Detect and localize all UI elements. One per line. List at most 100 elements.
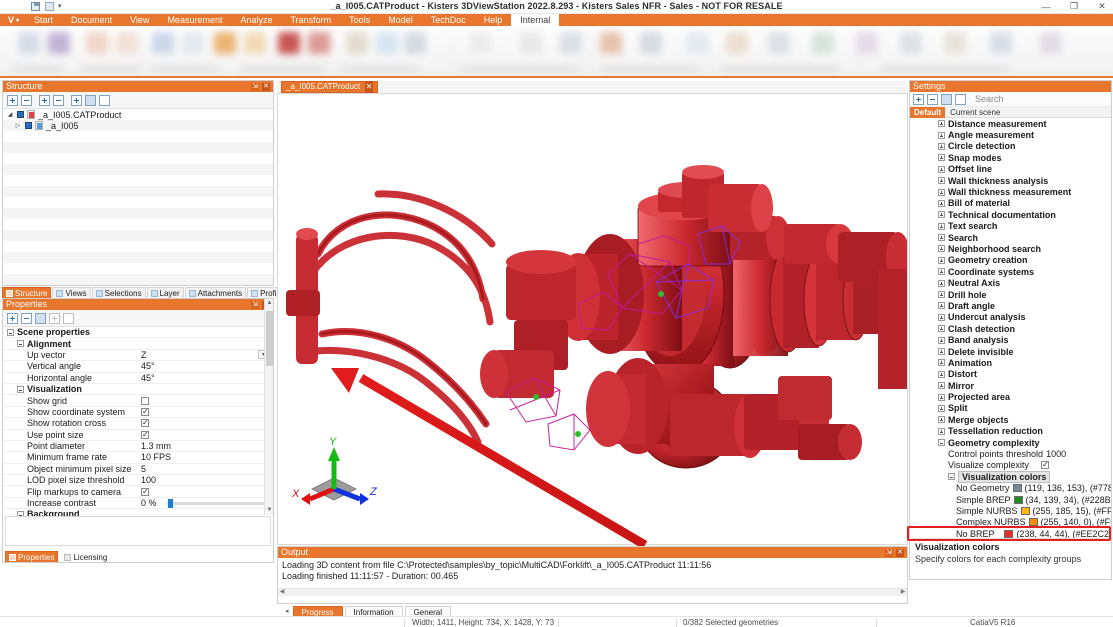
pin-icon[interactable]: ⇲ [251, 82, 259, 91]
collapse-icon[interactable] [17, 340, 24, 348]
show-in-tree-icon[interactable] [85, 94, 96, 106]
settings-row[interactable]: Circle detection [910, 141, 1111, 152]
window-controls[interactable]: — ❐ ✕ [1037, 0, 1111, 13]
ribbon-tab-techdoc[interactable]: TechDoc [422, 14, 475, 26]
collapse-icon[interactable] [938, 439, 945, 447]
tab-layer[interactable]: Layer [146, 287, 184, 298]
scroll-down-icon[interactable]: ▼ [266, 506, 273, 515]
settings-row[interactable]: Technical documentation [910, 209, 1111, 220]
property-row[interactable]: Flip markups to camera [3, 486, 273, 498]
expand-icon[interactable] [938, 234, 945, 242]
expand-icon[interactable] [938, 211, 945, 219]
expand-icon[interactable] [938, 393, 945, 401]
output-log[interactable]: Loading 3D content from file C:\Protecte… [278, 558, 907, 588]
settings-row-value[interactable] [1041, 461, 1111, 470]
slider-track[interactable] [167, 498, 265, 508]
tab-default[interactable]: Default [910, 106, 946, 118]
3d-viewport[interactable]: X Y Z [277, 94, 908, 545]
checkbox[interactable] [1041, 461, 1049, 470]
color-swatch[interactable] [1004, 529, 1014, 538]
ribbon-tab-view[interactable]: View [121, 14, 158, 26]
settings-row-value[interactable]: (255, 185, 15), (#FFB90 [1020, 506, 1111, 516]
visibility-checkbox[interactable] [25, 122, 32, 129]
structure-toolbar[interactable] [3, 92, 273, 109]
settings-row[interactable]: Draft angle [910, 300, 1111, 311]
search-input[interactable]: Search [975, 94, 1004, 104]
property-row[interactable]: Show coordinate system [3, 407, 273, 419]
settings-row[interactable]: Undercut analysis [910, 312, 1111, 323]
settings-row[interactable]: Clash detection [910, 323, 1111, 334]
expand-icon[interactable] [938, 222, 945, 230]
visibility-checkbox[interactable] [17, 111, 24, 118]
maximize-button[interactable]: ❐ [1065, 0, 1083, 13]
settings-row[interactable]: Projected area [910, 391, 1111, 402]
properties-scrollbar[interactable]: ▲ ▼ [264, 299, 273, 515]
properties-toolbar[interactable] [3, 310, 273, 327]
property-value[interactable]: Z▾ [139, 350, 273, 360]
ribbon-tab-model[interactable]: Model [379, 14, 422, 26]
ribbon-toolbar[interactable] [0, 26, 1113, 78]
minimize-button[interactable]: — [1037, 0, 1055, 13]
settings-row[interactable]: Distance measurement [910, 118, 1111, 129]
collapse-node-icon[interactable] [53, 94, 64, 106]
settings-row[interactable]: Wall thickness measurement [910, 186, 1111, 197]
settings-row[interactable]: Drill hole [910, 289, 1111, 300]
collapse-icon[interactable] [948, 473, 955, 481]
collapse-icon[interactable] [17, 385, 24, 393]
property-row[interactable]: Visualization [3, 384, 273, 396]
settings-row[interactable]: Offset line [910, 164, 1111, 175]
settings-row-value[interactable]: (119, 136, 153), (#7788 [1012, 483, 1111, 493]
property-row[interactable]: Use point size [3, 430, 273, 441]
expand-icon[interactable] [938, 416, 945, 424]
expand-icon[interactable] [938, 120, 945, 128]
settings-row-value[interactable]: 1000 [1046, 449, 1111, 459]
settings-row[interactable]: Simple BREP (34, 139, 34), (#228B22 [910, 494, 1111, 505]
expand-icon[interactable] [938, 382, 945, 390]
expand-icon[interactable] [938, 131, 945, 139]
settings-row[interactable]: Wall thickness analysis [910, 175, 1111, 186]
property-row[interactable]: Horizontal angle 45° [3, 373, 273, 384]
expand-icon[interactable] [938, 427, 945, 435]
property-row[interactable]: Minimum frame rate 10 FPS [3, 452, 273, 464]
settings-row[interactable]: Split [910, 403, 1111, 414]
tab-attachments[interactable]: Attachments [184, 287, 247, 298]
settings-row[interactable]: Angle measurement [910, 129, 1111, 140]
app-menu-button[interactable]: V ▾ [0, 15, 25, 25]
property-value[interactable] [139, 419, 273, 428]
property-row[interactable]: Scene properties [3, 327, 273, 339]
settings-row[interactable]: Mirror [910, 380, 1111, 391]
expand-icon[interactable] [938, 199, 945, 207]
expand-selection-icon[interactable] [71, 94, 82, 106]
property-value[interactable]: 100 [139, 475, 273, 485]
settings-row[interactable]: Text search [910, 221, 1111, 232]
settings-row-value[interactable]: (255, 140, 0), (#FF8C00 [1028, 517, 1111, 527]
expand-icon[interactable] [938, 348, 945, 355]
settings-row[interactable]: Visualization colors [910, 470, 1111, 483]
settings-row-value[interactable]: (34, 139, 34), (#228B22 [1013, 495, 1111, 505]
property-row[interactable]: Vertical angle 45° [3, 361, 273, 373]
color-swatch[interactable] [1013, 495, 1023, 504]
settings-row[interactable]: Control points threshold 1000 [910, 448, 1111, 459]
ribbon-tab-measurement[interactable]: Measurement [158, 14, 231, 26]
expand-icon[interactable] [938, 336, 945, 344]
expand-icon[interactable] [938, 177, 945, 185]
expand-all-icon[interactable] [7, 312, 18, 324]
settings-toolbar[interactable]: Search [910, 92, 1111, 107]
property-row[interactable]: LOD pixel size threshold 100 [3, 475, 273, 487]
property-value[interactable]: 45° [139, 373, 273, 383]
twisty-icon[interactable]: ▷ [14, 122, 22, 129]
settings-row[interactable]: Simple NURBS (255, 185, 15), (#FFB90 [910, 505, 1111, 516]
property-row[interactable]: Show rotation cross [3, 418, 273, 430]
color-swatch[interactable] [1012, 484, 1022, 493]
tab-current-scene[interactable]: Current scene [946, 107, 1004, 118]
scroll-up-icon[interactable]: ▲ [266, 299, 273, 308]
property-value[interactable] [139, 407, 273, 416]
checkbox[interactable] [141, 407, 149, 416]
expand-icon[interactable] [938, 268, 945, 276]
color-swatch[interactable] [1028, 518, 1038, 527]
properties-panel-tabs[interactable]: Properties Licensing [3, 548, 275, 562]
ribbon-tab-help[interactable]: Help [475, 14, 512, 26]
checkbox[interactable] [141, 419, 149, 428]
settings-row[interactable]: Search [910, 232, 1111, 243]
tab-licensing[interactable]: Licensing [60, 551, 112, 562]
